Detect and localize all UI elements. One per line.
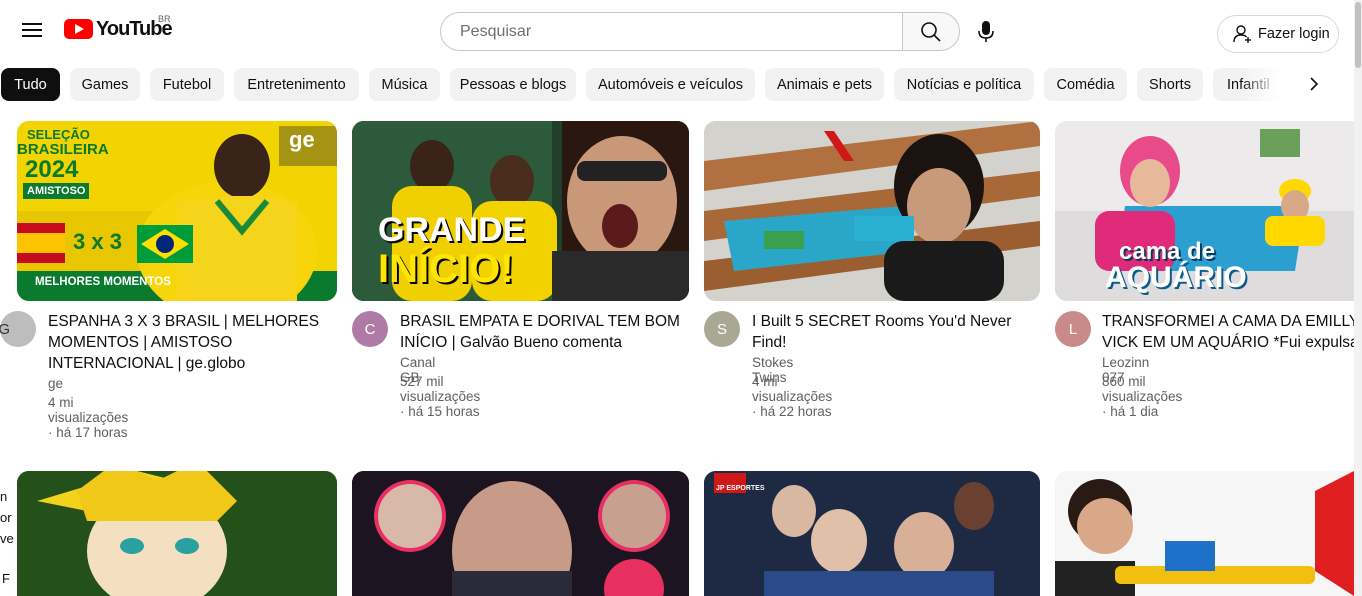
- side-fragment: n: [0, 489, 8, 504]
- video-title[interactable]: TRANSFORMEI A CAMA DA EMILLY VICK EM UM …: [1102, 311, 1354, 353]
- user-icon: [1233, 25, 1251, 43]
- chip-entretenimento[interactable]: Entretenimento: [234, 68, 359, 101]
- side-fragment: or: [0, 510, 12, 525]
- thumb-text: 2024: [25, 156, 79, 183]
- channel-avatar[interactable]: L: [1055, 311, 1091, 347]
- video-thumbnail[interactable]: [352, 471, 689, 596]
- side-fragment: ve: [0, 531, 14, 546]
- chip-shorts[interactable]: Shorts: [1137, 68, 1203, 101]
- thumbnail-art: [352, 471, 689, 596]
- channel-avatar[interactable]: S: [704, 311, 740, 347]
- video-thumbnail[interactable]: [704, 121, 1040, 301]
- thumb-text: SELEÇÃO: [27, 127, 90, 142]
- category-chips: Tudo Games Futebol Entretenimento Música…: [0, 68, 1300, 101]
- thumb-score: 3 x 3: [73, 229, 122, 254]
- thumbnail-art: [704, 121, 1040, 301]
- chip-animais[interactable]: Animais e pets: [765, 68, 884, 101]
- voice-search-button[interactable]: [966, 12, 1006, 52]
- channel-avatar[interactable]: G: [0, 311, 36, 347]
- thumbnail-art: [1055, 471, 1354, 596]
- chip-comedia[interactable]: Comédia: [1044, 68, 1127, 101]
- top-bar: YouTube BR Fazer login: [0, 0, 1362, 60]
- thumb-text: GRANDE: [378, 211, 526, 249]
- youtube-logo[interactable]: YouTube: [64, 18, 173, 40]
- search-button[interactable]: [902, 12, 960, 51]
- login-button[interactable]: Fazer login: [1217, 15, 1339, 53]
- thumb-text: JP ESPORTES: [716, 485, 765, 492]
- chip-musica[interactable]: Música: [369, 68, 440, 101]
- thumb-text: MELHORES MOMENTOS: [35, 276, 171, 288]
- chip-futebol[interactable]: Futebol: [150, 68, 224, 101]
- chips-next-button[interactable]: [1296, 66, 1332, 102]
- video-thumbnail[interactable]: JP ESPORTES: [704, 471, 1040, 596]
- search-bar: [440, 12, 960, 51]
- thumb-text: INÍCIO!: [378, 247, 514, 291]
- chip-games[interactable]: Games: [70, 68, 140, 101]
- hamburger-icon: [22, 23, 42, 37]
- chip-fade: [1240, 64, 1290, 104]
- video-thumbnail[interactable]: [17, 471, 337, 596]
- side-fragment: F: [2, 571, 10, 586]
- video-thumbnail[interactable]: SELEÇÃO BRASILEIRA 2024 AMISTOSO 3 x 3 M…: [17, 121, 337, 301]
- channel-name[interactable]: ge: [48, 376, 63, 391]
- video-thumbnail[interactable]: [1055, 471, 1354, 596]
- chip-automoveis[interactable]: Automóveis e veículos: [586, 68, 755, 101]
- thumb-tag: AMISTOSO: [23, 183, 90, 199]
- search-input[interactable]: [440, 12, 902, 51]
- youtube-play-icon: [64, 19, 93, 39]
- video-stats: 4 mi visualizações · há 17 horas: [48, 395, 129, 440]
- page-scrollbar[interactable]: [1354, 0, 1362, 596]
- video-title[interactable]: BRASIL EMPATA E DORIVAL TEM BOM INÍCIO |…: [400, 311, 690, 353]
- chip-pessoas-e-blogs[interactable]: Pessoas e blogs: [450, 68, 576, 101]
- chip-noticias[interactable]: Notícias e política: [894, 68, 1034, 101]
- scrollbar-thumb[interactable]: [1355, 2, 1361, 68]
- microphone-icon: [978, 21, 994, 42]
- video-title-line: TRANSFORMEI A CAMA DA EMILLY VICK EM UM …: [1102, 313, 1354, 351]
- chevron-right-icon: [1310, 77, 1319, 91]
- login-label: Fazer login: [1258, 26, 1330, 42]
- video-thumbnail[interactable]: GRANDE INÍCIO!: [352, 121, 689, 301]
- video-title[interactable]: I Built 5 SECRET Rooms You'd Never Find!: [752, 311, 1037, 353]
- thumb-text: AQUÁRIO: [1105, 261, 1247, 294]
- channel-avatar[interactable]: C: [352, 311, 388, 347]
- chip-tudo[interactable]: Tudo: [1, 68, 60, 101]
- thumbnail-art: [17, 471, 337, 596]
- search-icon: [921, 21, 941, 42]
- video-thumbnail[interactable]: cama de AQUÁRIO: [1055, 121, 1354, 301]
- menu-button[interactable]: [13, 10, 53, 50]
- video-stats: 860 mil visualizações · há 1 dia: [1102, 374, 1183, 419]
- video-stats: 527 mil visualizações · há 15 horas: [400, 374, 481, 419]
- video-title[interactable]: ESPANHA 3 X 3 BRASIL | MELHORES MOMENTOS…: [48, 311, 338, 374]
- thumb-brand: ge: [289, 127, 315, 152]
- video-stats: 4 mi visualizações · há 22 horas: [752, 374, 833, 419]
- country-code: BR: [158, 14, 171, 24]
